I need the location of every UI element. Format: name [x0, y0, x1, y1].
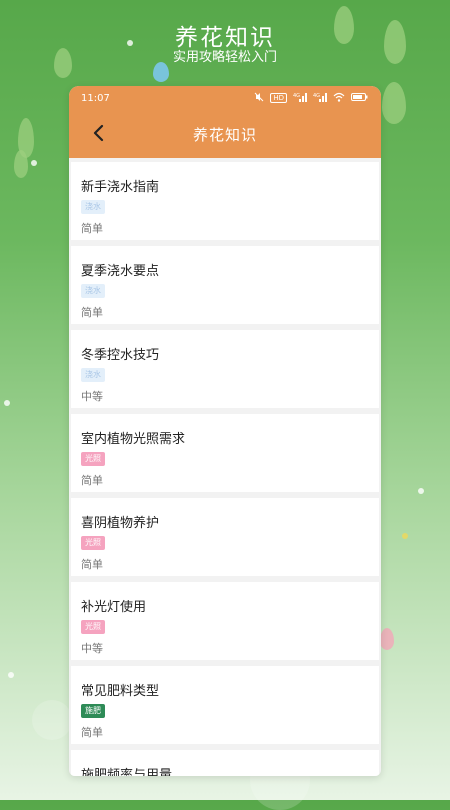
list-item[interactable]: 室内植物光照需求 光照 简单: [71, 414, 379, 492]
leaf-decoration: [380, 628, 394, 650]
nav-bar: 养花知识: [69, 110, 381, 158]
battery-icon: [351, 92, 369, 105]
phone-frame: 11:07 HD 4G 4G 养花知识 新手浇水指南 浇水 简单 夏季浇水要点 …: [69, 86, 381, 776]
difficulty-level: 简单: [81, 222, 103, 235]
item-title: 常见肥料类型: [81, 684, 160, 699]
difficulty-level: 中等: [81, 390, 103, 403]
difficulty-level: 简单: [81, 558, 103, 571]
item-title: 夏季浇水要点: [81, 264, 160, 279]
water-drop-decoration: [153, 62, 169, 82]
svg-text:4G: 4G: [313, 93, 320, 99]
leaf-decoration: [382, 82, 406, 124]
item-title: 施肥频率与用量: [81, 768, 173, 776]
difficulty-level: 简单: [81, 474, 103, 487]
status-bar: 11:07 HD 4G 4G: [69, 86, 381, 110]
difficulty-level: 简单: [81, 726, 103, 739]
item-title: 新手浇水指南: [81, 180, 160, 195]
leaf-decoration: [14, 150, 28, 178]
category-tag: 浇水: [81, 200, 105, 214]
difficulty-level: 简单: [81, 306, 103, 319]
list-item[interactable]: 喜阴植物养护 光照 简单: [71, 498, 379, 576]
list-item[interactable]: 夏季浇水要点 浇水 简单: [71, 246, 379, 324]
list-item[interactable]: 施肥频率与用量: [71, 750, 379, 776]
category-tag: 浇水: [81, 284, 105, 298]
svg-text:4G: 4G: [293, 93, 300, 99]
category-tag: 光照: [81, 536, 105, 550]
signal-4g-icon: 4G: [293, 92, 307, 105]
list-item[interactable]: 冬季控水技巧 浇水 中等: [71, 330, 379, 408]
list-item[interactable]: 补光灯使用 光照 中等: [71, 582, 379, 660]
dot-decoration: [418, 488, 424, 494]
dot-decoration: [31, 160, 37, 166]
list-item[interactable]: 新手浇水指南 浇水 简单: [71, 162, 379, 240]
item-title: 冬季控水技巧: [81, 348, 160, 363]
app-header: 11:07 HD 4G 4G 养花知识: [69, 86, 381, 158]
promo-subtitle: 实用攻略轻松入门: [172, 50, 277, 65]
dot-decoration: [402, 533, 408, 539]
bubble-decoration: [32, 700, 72, 740]
status-icons: HD 4G 4G: [254, 92, 369, 105]
signal-4g-icon: 4G: [313, 92, 327, 105]
dot-decoration: [8, 672, 14, 678]
wifi-icon: [333, 92, 345, 105]
status-time: 11:07: [81, 92, 110, 104]
list-item[interactable]: 常见肥料类型 施肥 简单: [71, 666, 379, 744]
item-title: 室内植物光照需求: [81, 432, 186, 447]
dot-decoration: [4, 400, 10, 406]
back-arrow-icon: [93, 124, 104, 142]
article-list: 新手浇水指南 浇水 简单 夏季浇水要点 浇水 简单 冬季控水技巧 浇水 中等 室…: [69, 158, 381, 776]
category-tag: 施肥: [81, 704, 105, 718]
hd-icon: HD: [270, 93, 287, 103]
category-tag: 浇水: [81, 368, 105, 382]
difficulty-level: 中等: [81, 642, 103, 655]
item-title: 喜阴植物养护: [81, 516, 160, 531]
category-tag: 光照: [81, 452, 105, 466]
item-title: 补光灯使用: [81, 600, 147, 615]
screen: { "promo": {"title":"养花知识","subtitle":"实…: [0, 0, 450, 810]
mute-icon: [254, 92, 264, 105]
back-button[interactable]: [83, 118, 113, 148]
page-title: 养花知识: [192, 125, 257, 144]
category-tag: 光照: [81, 620, 105, 634]
